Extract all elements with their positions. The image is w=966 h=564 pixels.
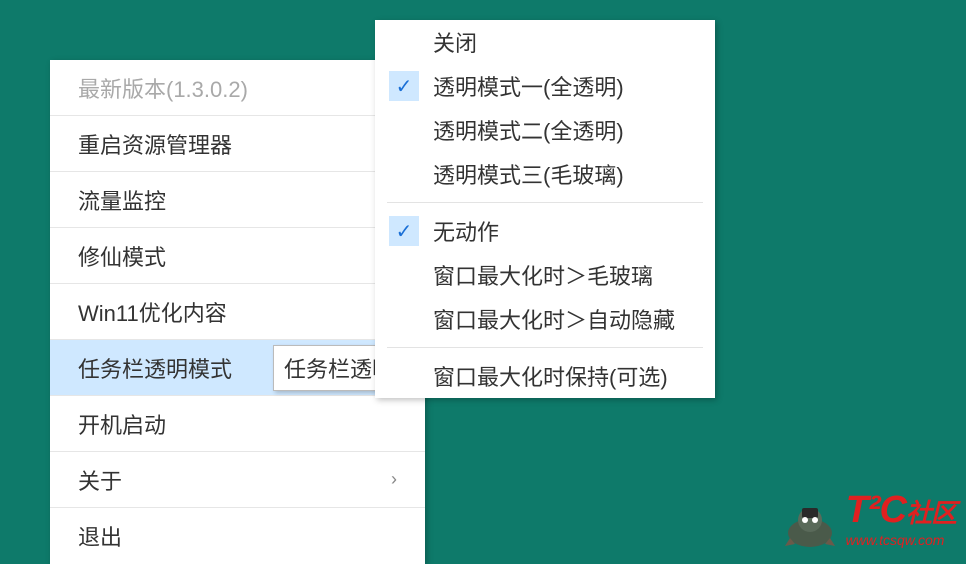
menu-item-label: 流量监控	[78, 184, 391, 216]
submenu-item-max-keep[interactable]: 窗口最大化时保持(可选)	[375, 354, 715, 398]
submenu-item-max-autohide[interactable]: 窗口最大化时＞自动隐藏	[375, 297, 715, 341]
submenu-item-label: 透明模式三(毛玻璃)	[433, 158, 624, 190]
menu-separator	[387, 202, 703, 203]
submenu-item-label: 窗口最大化时＞毛玻璃	[433, 259, 653, 291]
menu-item-label: 修仙模式	[78, 240, 391, 272]
submenu-item-label: 窗口最大化时保持(可选)	[433, 360, 668, 392]
menu-item-label: 退出	[78, 520, 397, 552]
menu-item-cultivation-mode[interactable]: 修仙模式 ›	[50, 228, 425, 284]
submenu-item-max-glass[interactable]: 窗口最大化时＞毛玻璃	[375, 253, 715, 297]
submenu-arrow-icon: ›	[391, 469, 397, 490]
menu-item-label: 关于	[78, 464, 391, 496]
menu-item-restart-explorer[interactable]: 重启资源管理器	[50, 116, 425, 172]
menu-separator	[387, 347, 703, 348]
menu-item-label: 重启资源管理器	[78, 128, 397, 160]
watermark-url: www.tcsqw.com	[846, 532, 956, 548]
watermark: T²C社区 www.tcsqw.com	[780, 489, 956, 548]
menu-item-startup[interactable]: 开机启动	[50, 396, 425, 452]
menu-item-traffic-monitor[interactable]: 流量监控 ›	[50, 172, 425, 228]
main-context-menu: 最新版本(1.3.0.2) 重启资源管理器 流量监控 › 修仙模式 › Win1…	[50, 60, 425, 564]
watermark-brand: T²C社区	[846, 489, 956, 531]
submenu-item-label: 无动作	[433, 215, 499, 247]
submenu-item-noaction[interactable]: ✓ 无动作	[375, 209, 715, 253]
menu-item-label: 开机启动	[78, 408, 397, 440]
transparent-mode-submenu: 关闭 ✓ 透明模式一(全透明) 透明模式二(全透明) 透明模式三(毛玻璃) ✓ …	[375, 20, 715, 398]
check-icon: ✓	[389, 216, 419, 246]
menu-item-exit[interactable]: 退出	[50, 508, 425, 564]
check-icon: ✓	[389, 71, 419, 101]
submenu-item-close[interactable]: 关闭	[375, 20, 715, 64]
menu-title-label: 最新版本(1.3.0.2)	[78, 72, 397, 104]
submenu-item-label: 透明模式一(全透明)	[433, 70, 624, 102]
menu-item-taskbar-transparent[interactable]: 任务栏透明模式 任务栏透明模	[50, 340, 425, 396]
submenu-item-mode1[interactable]: ✓ 透明模式一(全透明)	[375, 64, 715, 108]
watermark-text: T²C社区 www.tcsqw.com	[846, 489, 956, 548]
submenu-item-mode2[interactable]: 透明模式二(全透明)	[375, 108, 715, 152]
menu-item-about[interactable]: 关于 ›	[50, 452, 425, 508]
mascot-icon	[780, 498, 840, 548]
menu-item-label: Win11优化内容	[78, 296, 397, 328]
submenu-item-label: 透明模式二(全透明)	[433, 114, 624, 146]
menu-title: 最新版本(1.3.0.2)	[50, 60, 425, 116]
submenu-item-label: 关闭	[433, 26, 477, 58]
menu-item-win11-optimize[interactable]: Win11优化内容	[50, 284, 425, 340]
submenu-item-label: 窗口最大化时＞自动隐藏	[433, 303, 675, 335]
submenu-item-mode3[interactable]: 透明模式三(毛玻璃)	[375, 152, 715, 196]
